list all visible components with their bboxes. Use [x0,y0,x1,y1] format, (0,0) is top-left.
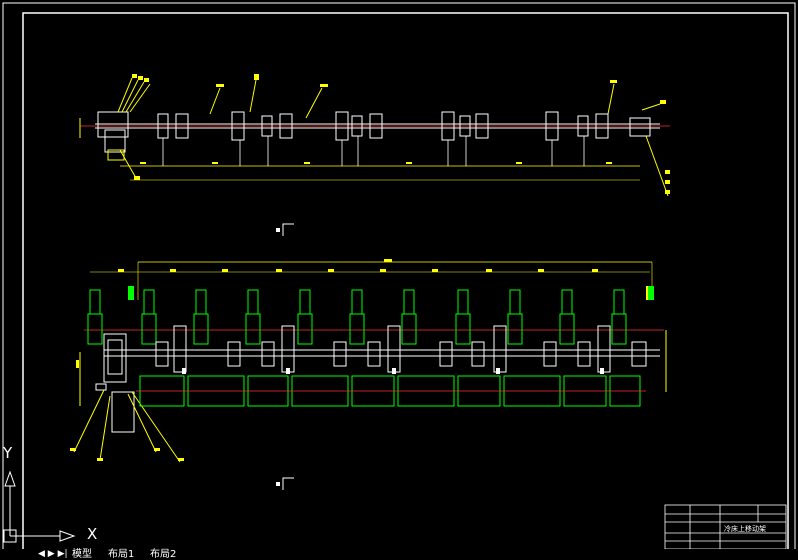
drawing-border-outer [2,2,796,556]
top-view [79,74,670,236]
tab-layout-1[interactable]: 布局1 [108,549,134,560]
tab-model[interactable]: 模型 [72,549,92,560]
ucs-x-label: X [87,525,98,543]
title-block-name: 冷床上移动架 [724,525,766,533]
ucs-icon [3,470,76,543]
tab-nav-icon[interactable]: ◀ ▶ ▶| [38,549,68,560]
tab-layout-2[interactable]: 布局2 [150,549,176,560]
layout-tab-bar: ◀ ▶ ▶| 模型 布局1 布局2 [0,549,798,560]
bottom-view [70,259,667,490]
drawing-canvas[interactable] [0,0,798,560]
ucs-y-label: Y [3,444,13,462]
